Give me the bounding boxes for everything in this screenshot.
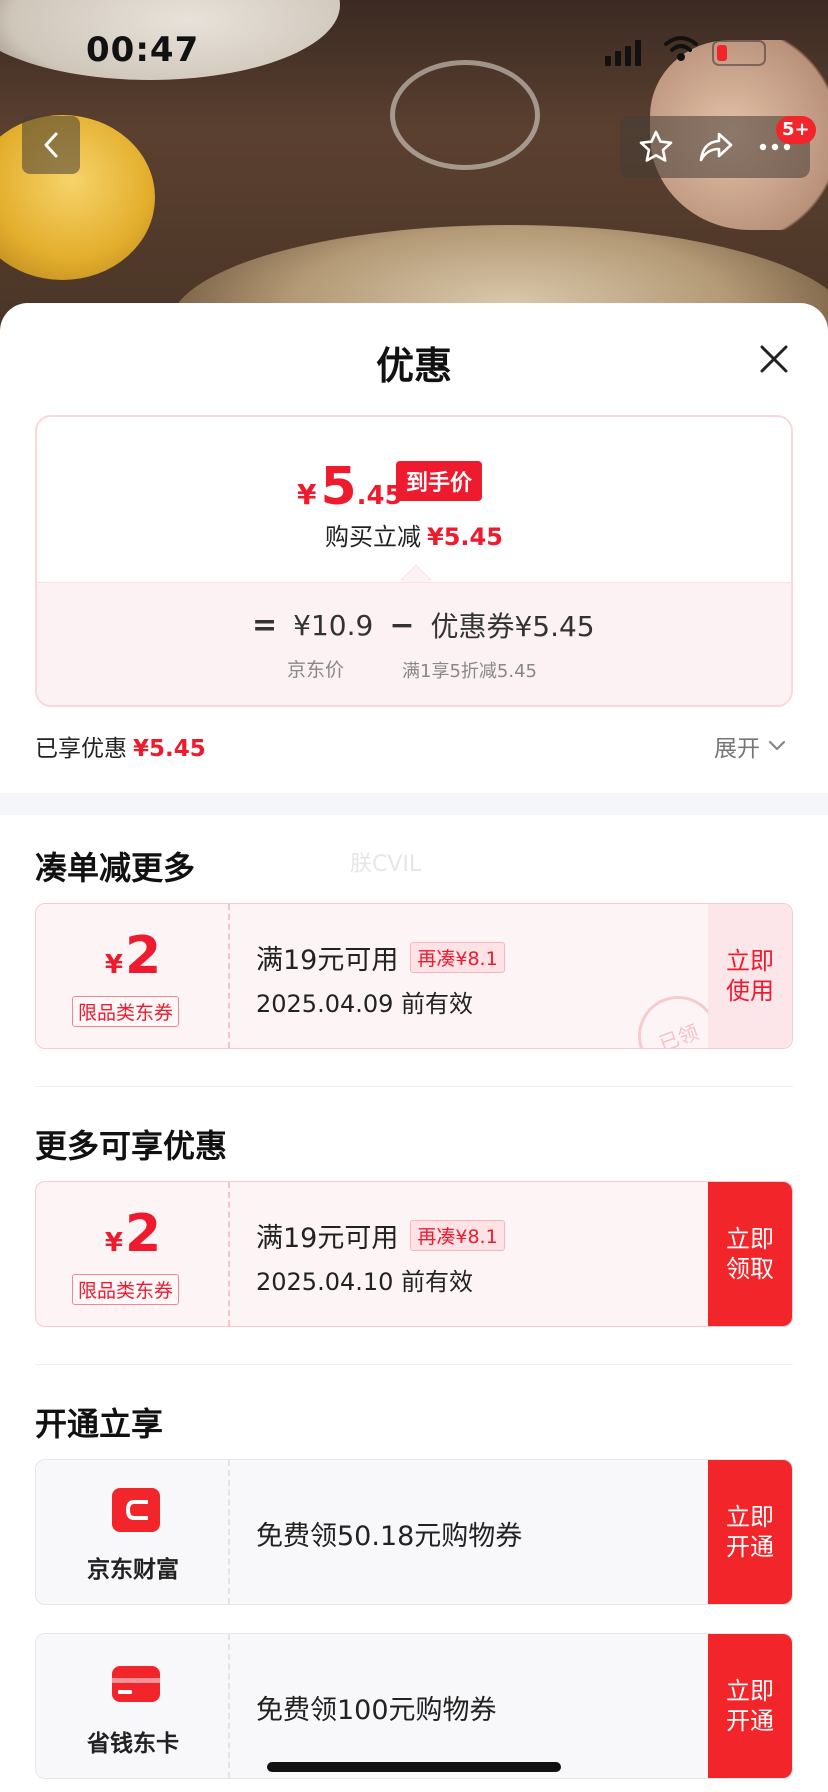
watermark: 朕CVIL [350, 852, 422, 877]
coupon-validity: 2025.04.10 前有效 [256, 1268, 474, 1296]
share-icon[interactable] [697, 130, 735, 164]
expand-label: 展开 [714, 736, 760, 762]
coupon-category: 限品类东券 [72, 1274, 180, 1305]
jd-price: ¥10.9 [293, 608, 374, 642]
coupon-card-combine: ¥2 限品类东券 满19元可用 再凑¥8.1 2025.04.09 前有效 已领… [35, 903, 793, 1049]
coupon-formula: 优惠券¥5.45 [430, 610, 595, 643]
saving-card-icon [112, 1666, 160, 1702]
coupon-amount: ¥2 [36, 926, 230, 986]
back-button[interactable] [22, 116, 80, 174]
open-card-desc: 免费领100元购物券 [256, 1695, 497, 1726]
divider-line [35, 1086, 793, 1087]
sheet-title: 优惠 [375, 344, 452, 388]
star-icon[interactable] [638, 129, 674, 165]
jd-wealth-icon [112, 1488, 160, 1532]
jd-price-label: 京东价 [287, 659, 345, 681]
enjoyed-value: ¥5.45 [133, 736, 206, 762]
battery-icon [712, 40, 766, 66]
coupon-amount-value: 2 [124, 926, 162, 986]
coupon-yen: ¥ [104, 950, 123, 980]
open-card-left: 省钱东卡 [36, 1634, 230, 1778]
coupon-condition: 满19元可用 再凑¥8.1 [256, 938, 505, 977]
open-now-button[interactable]: 立即 开通 [708, 1460, 792, 1604]
final-price-card: ¥ 5 .45 到手价 购买立减 ¥5.45 = ¥10.9 − 优惠券¥5.45… [35, 415, 793, 707]
instant-discount-label: 购买立减 [325, 523, 422, 551]
coupon-validity: 2025.04.09 前有效 [256, 990, 474, 1018]
section-title-open: 开通立享 [35, 1405, 164, 1443]
use-now-button[interactable]: 立即 使用 [708, 904, 792, 1048]
open-card-jd-wealth: 京东财富 免费领50.18元购物券 立即 开通 [35, 1459, 793, 1605]
coupon-condition: 满19元可用 再凑¥8.1 [256, 1216, 505, 1255]
enjoyed-label: 已享优惠 [35, 736, 127, 762]
coupon-card-more: ¥2 限品类东券 满19元可用 再凑¥8.1 2025.04.10 前有效 立即… [35, 1181, 793, 1327]
coupon-condition-text: 满19元可用 [256, 945, 399, 976]
final-price-int: 5 [320, 457, 357, 517]
enjoyed-discount: 已享优惠 ¥5.45 [35, 729, 206, 763]
open-card-left: 京东财富 [36, 1460, 230, 1604]
coupon-left: ¥2 限品类东券 [36, 904, 230, 1048]
instant-discount-value: ¥5.45 [427, 523, 503, 551]
coupon-left: ¥2 限品类东券 [36, 1182, 230, 1326]
coupon-condition-text: 满19元可用 [256, 1223, 399, 1254]
wallet-icon [125, 1500, 148, 1520]
open-card-saving-card: 省钱东卡 免费领100元购物券 立即 开通 [35, 1633, 793, 1779]
more-badge: 5+ [776, 116, 816, 144]
coupon-amount: ¥2 [36, 1204, 230, 1264]
expand-button[interactable]: 展开 [714, 729, 786, 763]
open-card-desc: 免费领50.18元购物券 [256, 1521, 523, 1552]
divider-line [35, 1364, 793, 1365]
status-time: 00:47 [86, 30, 200, 70]
chevron-left-icon [44, 132, 58, 158]
brand-name: 省钱东卡 [87, 1731, 179, 1757]
card-icon [112, 1678, 160, 1694]
price-top: ¥ 5 .45 到手价 购买立减 ¥5.45 [37, 417, 791, 582]
coupon-amount-value: 2 [124, 1204, 162, 1264]
wifi-icon [664, 36, 698, 61]
section-divider [0, 793, 828, 815]
coupon-category: 限品类东券 [72, 996, 180, 1027]
price-breakdown: = ¥10.9 − 优惠券¥5.45 京东价 满1享5折减5.45 [37, 582, 791, 705]
final-price-tag: 到手价 [396, 461, 483, 501]
signal-icon [605, 40, 641, 66]
close-icon[interactable] [754, 339, 794, 379]
coupon-yen: ¥ [104, 1228, 123, 1258]
section-title-more: 更多可享优惠 [35, 1127, 228, 1165]
open-now-button[interactable]: 立即 开通 [708, 1634, 792, 1778]
equals-sign: = [252, 607, 278, 643]
home-indicator[interactable] [267, 1762, 561, 1772]
section-title-combine: 凑单减更多 [35, 849, 196, 887]
coupon-extra-tag: 再凑¥8.1 [410, 1220, 505, 1251]
instant-discount: 购买立减 ¥5.45 [37, 517, 791, 552]
final-price: ¥ 5 .45 [297, 457, 403, 517]
claim-now-button[interactable]: 立即 领取 [708, 1182, 792, 1326]
minus-sign: − [389, 607, 415, 643]
coupon-detail: 满1享5折减5.45 [402, 661, 537, 682]
chevron-down-icon [768, 740, 786, 751]
final-price-yen: ¥ [297, 478, 317, 511]
coupon-extra-tag: 再凑¥8.1 [410, 942, 505, 973]
brand-name: 京东财富 [87, 1557, 179, 1583]
glass-image [390, 60, 540, 170]
price-formula: = ¥10.9 − 优惠券¥5.45 [252, 605, 595, 645]
discount-sheet: 优惠 ¥ 5 .45 到手价 购买立减 ¥5.45 = ¥10.9 − 优惠券¥5… [0, 303, 828, 1792]
